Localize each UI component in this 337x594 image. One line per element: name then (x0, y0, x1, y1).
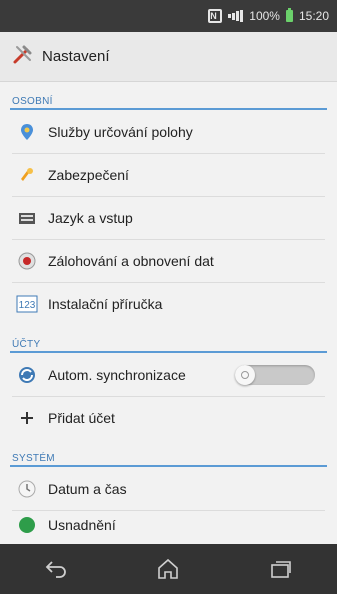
settings-item-date-time[interactable]: Datum a čas (0, 467, 337, 510)
home-button[interactable] (138, 549, 198, 589)
settings-item-label: Služby určování polohy (48, 123, 193, 140)
navigation-bar (0, 544, 337, 594)
back-icon (45, 561, 66, 578)
section-header-personal: OSOBNÍ (0, 82, 337, 110)
settings-item-label: Zabezpečení (48, 166, 129, 183)
page-title: Nastavení (42, 48, 110, 65)
guide-123-icon: 123 (16, 293, 38, 315)
svg-text:123: 123 (19, 300, 36, 311)
settings-list: OSOBNÍ Služby určování polohy Zabezpečen… (0, 82, 337, 540)
settings-item-auto-sync[interactable]: Autom. synchronizace (0, 353, 337, 396)
action-bar: Nastavení (0, 32, 337, 82)
battery-icon (285, 8, 293, 22)
backup-icon (16, 250, 38, 272)
settings-item-label: Usnadnění (48, 517, 116, 533)
settings-item-guide[interactable]: 123 Instalační příručka (0, 282, 337, 325)
settings-item-label: Autom. synchronizace (48, 366, 186, 383)
section-header-system: SYSTÉM (0, 439, 337, 467)
clock-time: 15:20 (298, 9, 329, 23)
nfc-icon: N (208, 9, 223, 23)
recent-apps-button[interactable] (251, 549, 311, 589)
tools-icon[interactable] (12, 43, 34, 70)
auto-sync-toggle[interactable] (235, 365, 315, 385)
accessibility-icon (16, 514, 38, 536)
settings-item-security[interactable]: Zabezpečení (0, 153, 337, 196)
recent-apps-icon (271, 561, 291, 578)
battery-percent: 100% (249, 9, 280, 23)
settings-item-label: Zálohování a obnovení dat (48, 252, 214, 269)
settings-item-label: Přidat účet (48, 409, 115, 426)
settings-item-label: Datum a čas (48, 480, 127, 497)
location-icon (16, 121, 38, 143)
lock-icon (16, 164, 38, 186)
back-button[interactable] (26, 549, 86, 589)
clock-icon (16, 478, 38, 500)
settings-item-label: Jazyk a vstup (48, 209, 133, 226)
signal-icon (228, 10, 244, 22)
settings-item-accessibility[interactable]: Usnadnění (0, 510, 337, 540)
settings-item-label: Instalační příručka (48, 295, 163, 312)
keyboard-icon (16, 207, 38, 229)
settings-item-backup[interactable]: Zálohování a obnovení dat (0, 239, 337, 282)
section-header-accounts: ÚČTY (0, 325, 337, 353)
home-icon (158, 558, 179, 579)
status-bar: N 100% 15:20 (0, 0, 337, 32)
settings-item-language[interactable]: Jazyk a vstup (0, 196, 337, 239)
settings-item-location[interactable]: Služby určování polohy (0, 110, 337, 153)
settings-item-add-account[interactable]: Přidat účet (0, 396, 337, 439)
plus-icon (16, 407, 38, 429)
sync-icon (16, 364, 38, 386)
